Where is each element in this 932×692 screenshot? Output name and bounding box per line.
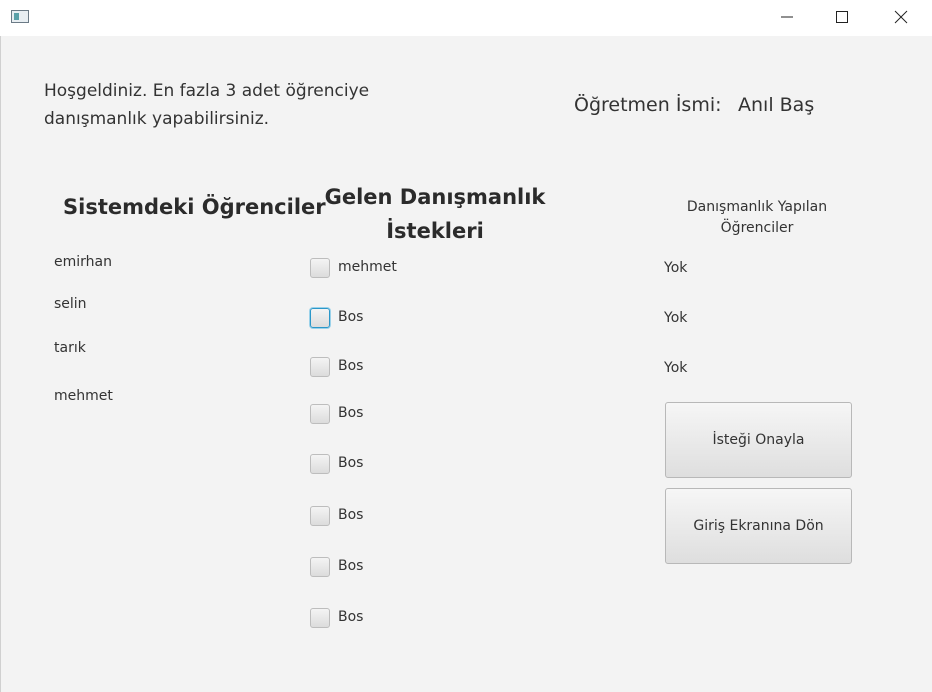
request-checkbox[interactable] [310,357,330,377]
app-icon [11,10,29,23]
request-label: Bos [338,558,364,574]
student-item: mehmet [54,388,113,404]
request-label: Bos [338,455,364,471]
teacher-name-value: Anıl Baş [738,94,815,116]
back-to-login-button[interactable]: Giriş Ekranına Dön [665,488,852,564]
minimize-button[interactable] [764,0,810,34]
request-checkbox[interactable] [310,258,330,278]
request-label: Bos [338,507,364,523]
close-button[interactable] [878,0,924,34]
window-edge [0,36,1,692]
maximize-icon [836,11,848,23]
advised-item: Yok [664,260,688,276]
minimize-icon [781,16,793,18]
close-icon [894,10,908,24]
request-label: Bos [338,309,364,325]
maximize-button[interactable] [819,0,865,34]
student-item: selin [54,296,87,312]
request-checkbox[interactable] [310,454,330,474]
advised-heading: Danışmanlık Yapılan Öğrenciler [686,199,828,236]
request-checkbox[interactable] [310,557,330,577]
student-item: emirhan [54,254,112,270]
request-label: Bos [338,609,364,625]
request-label: Bos [338,358,364,374]
teacher-name-label: Öğretmen İsmi: [574,94,722,116]
request-label: Bos [338,405,364,421]
advised-item: Yok [664,360,688,376]
students-heading: Sistemdeki Öğrenciler [63,195,326,219]
request-label: mehmet [338,259,397,275]
welcome-message: Hoşgeldiniz. En fazla 3 adet öğrenciye d… [44,81,370,129]
title-bar [0,0,932,36]
advised-item: Yok [664,310,688,326]
requests-heading: Gelen Danışmanlık İstekleri [324,185,546,243]
request-checkbox[interactable] [310,404,330,424]
request-checkbox[interactable] [310,506,330,526]
student-item: tarık [54,340,86,356]
request-checkbox[interactable] [310,308,330,328]
request-checkbox[interactable] [310,608,330,628]
approve-request-button[interactable]: İsteği Onayla [665,402,852,478]
